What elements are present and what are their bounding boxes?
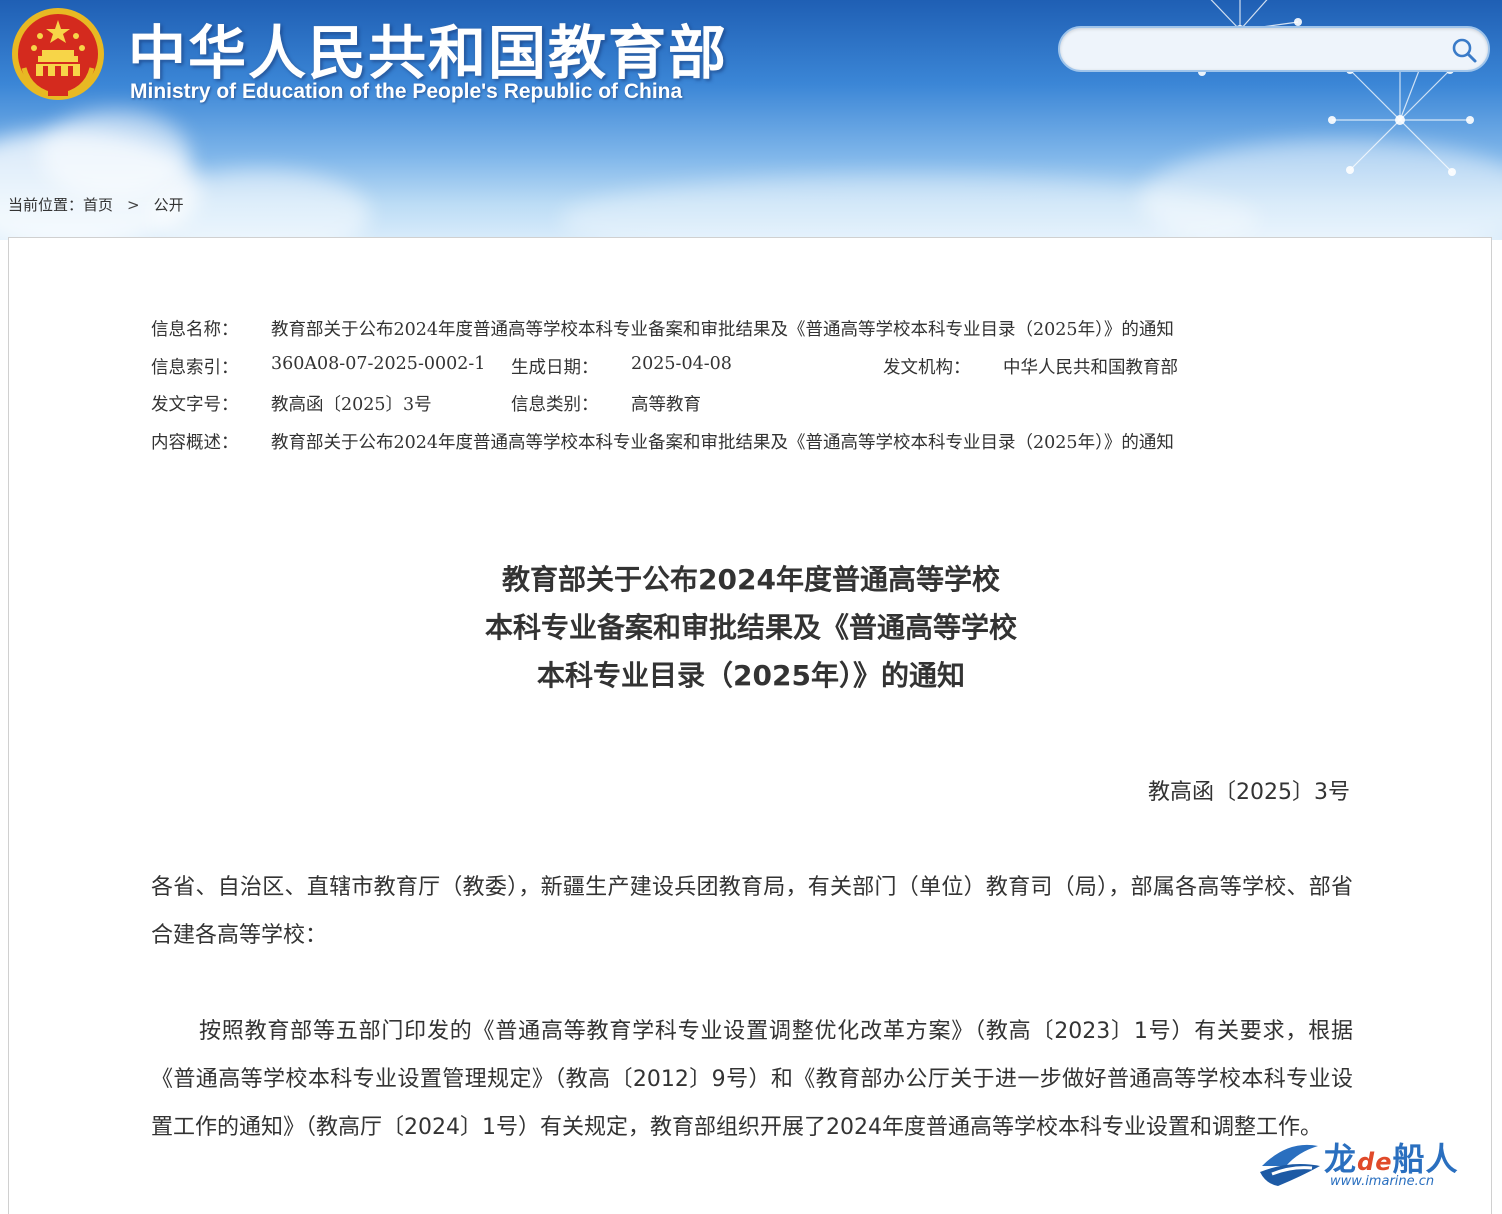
site-title: 中华人民共和国教育部 — [128, 19, 729, 87]
search-box — [1058, 26, 1490, 72]
document-title: 教育部关于公布2024年度普通高等学校 本科专业备案和审批结果及《普通高等学校 … — [9, 556, 1493, 700]
meta-category-value: 高等教育 — [631, 395, 701, 415]
content-panel: 信息名称： 教育部关于公布2024年度普通高等学校本科专业备案和审批结果及《普通… — [8, 237, 1492, 1214]
meta-org-label: 发文机构： — [883, 357, 971, 378]
document-title-line: 教育部关于公布2024年度普通高等学校 — [502, 563, 1000, 596]
watermark-logo: 龙de船人 www.imarine.cn — [1258, 1134, 1488, 1196]
breadcrumb-separator-icon: > — [127, 196, 140, 214]
document-salutation: 各省、自治区、直辖市教育厅（教委），新疆生产建设兵团教育局，有关部门（单位）教育… — [151, 875, 1353, 948]
meta-date-label: 生成日期： — [511, 357, 599, 378]
meta-org-value: 中华人民共和国教育部 — [1003, 357, 1178, 378]
document-title-line: 本科专业目录（2025年）》的通知 — [537, 659, 965, 692]
cloud-decoration — [40, 110, 190, 200]
meta-index-value: 360A08-07-2025-0002-1 — [271, 353, 486, 374]
document-number: 教高函〔2025〕3号 — [1148, 780, 1350, 805]
meta-date-value: 2025-04-08 — [631, 353, 732, 374]
meta-summary-value: 教育部关于公布2024年度普通高等学校本科专业备案和审批结果及《普通高等学校本科… — [271, 432, 1174, 453]
document-title-line: 本科专业备案和审批结果及《普通高等学校 — [484, 611, 1017, 644]
meta-summary-label: 内容概述： — [151, 432, 239, 453]
meta-name-label: 信息名称： — [151, 320, 239, 340]
breadcrumb-label: 当前位置： — [8, 196, 84, 214]
watermark-name-suffix: 船人 — [1392, 1140, 1459, 1178]
ship-logo-icon — [1260, 1144, 1320, 1186]
meta-docno-label: 发文字号： — [151, 395, 239, 415]
site-subtitle: Ministry of Education of the People's Re… — [130, 80, 683, 103]
meta-index-label: 信息索引： — [151, 357, 239, 378]
watermark-name-de: de — [1357, 1148, 1393, 1176]
meta-category-label: 信息类别： — [511, 395, 599, 415]
search-input[interactable] — [1078, 34, 1438, 64]
document-paragraph: 按照教育部等五部门印发的《普通高等教育学科专业设置调整优化改革方案》（教高〔20… — [151, 1019, 1353, 1140]
search-icon[interactable] — [1450, 36, 1478, 64]
breadcrumb-home-link[interactable]: 首页 — [83, 194, 113, 215]
national-emblem-icon — [12, 8, 104, 100]
watermark-url: www.imarine.cn — [1324, 1174, 1441, 1189]
site-header: 中华人民共和国教育部 Ministry of Education of the … — [0, 0, 1502, 240]
watermark-name-prefix: 龙 — [1324, 1140, 1358, 1178]
breadcrumb: 当前位置：首页 > 公开 — [8, 194, 184, 215]
meta-docno-value: 教高函〔2025〕3号 — [271, 395, 432, 415]
breadcrumb-public-link[interactable]: 公开 — [154, 194, 184, 215]
meta-name-value: 教育部关于公布2024年度普通高等学校本科专业备案和审批结果及《普通高等学校本科… — [271, 320, 1174, 340]
